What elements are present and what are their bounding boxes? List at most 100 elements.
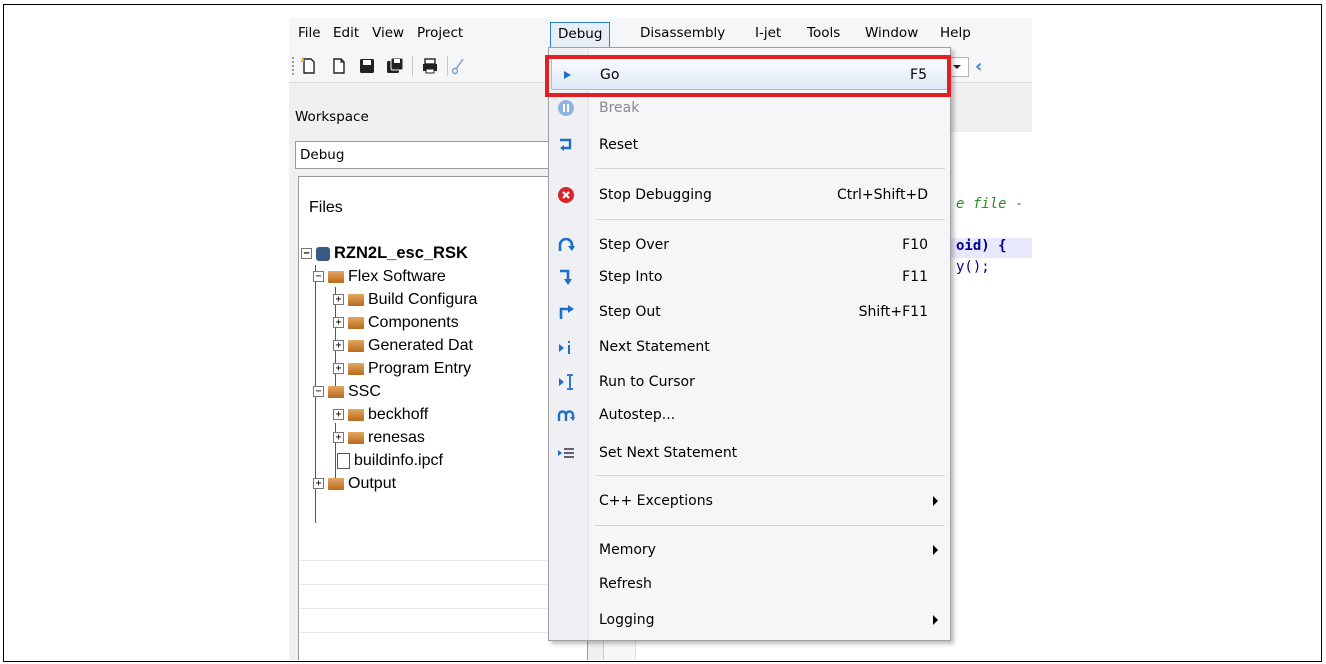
tree-item-renesas[interactable]: + renesas bbox=[333, 426, 425, 449]
menu-edit[interactable]: Edit bbox=[326, 22, 366, 46]
tree-item-label: renesas bbox=[368, 428, 425, 446]
toolbar-separator bbox=[412, 56, 413, 76]
tree-item-label: RZN2L_esc_RSK bbox=[334, 244, 468, 262]
toolbar-separator bbox=[447, 56, 448, 76]
menu-item-memory[interactable]: Memory bbox=[551, 534, 948, 566]
menu-project[interactable]: Project bbox=[410, 22, 470, 46]
tree-item-program-entry[interactable]: + Program Entry bbox=[333, 357, 471, 380]
menu-window[interactable]: Window bbox=[858, 22, 925, 46]
configuration-select[interactable]: Debug bbox=[295, 141, 585, 169]
files-column-header: Files bbox=[309, 199, 343, 216]
menu-item-step-out[interactable]: Step Out Shift+F11 bbox=[551, 296, 948, 328]
menu-view[interactable]: View bbox=[365, 22, 411, 46]
menu-item-shortcut: F11 bbox=[902, 269, 928, 285]
menu-debug[interactable]: Debug bbox=[550, 22, 611, 48]
tree-item-label: Output bbox=[348, 474, 397, 492]
tree-item-label: Flex Software bbox=[348, 267, 446, 285]
folder-icon bbox=[348, 431, 364, 444]
menu-item-label: C++ Exceptions bbox=[599, 493, 713, 509]
folder-icon bbox=[328, 477, 344, 490]
menu-file[interactable]: File bbox=[291, 22, 328, 46]
cut-icon[interactable] bbox=[449, 56, 469, 76]
workspace-title: Workspace bbox=[289, 104, 589, 132]
collapse-icon[interactable]: − bbox=[313, 386, 324, 397]
tree-item-output[interactable]: + Output bbox=[313, 472, 396, 495]
menu-separator bbox=[595, 219, 945, 220]
tree-item-components[interactable]: + Components bbox=[333, 311, 459, 334]
menu-item-stop-debugging[interactable]: Stop Debugging Ctrl+Shift+D bbox=[551, 179, 948, 211]
menu-tools[interactable]: Tools bbox=[800, 22, 847, 46]
menu-separator bbox=[595, 475, 945, 476]
tree-item-label: buildinfo.ipcf bbox=[354, 451, 443, 469]
menu-item-set-next-statement[interactable]: Set Next Statement bbox=[551, 437, 948, 469]
row-divider bbox=[299, 560, 587, 561]
menu-item-label: Next Statement bbox=[599, 339, 710, 355]
menu-item-next-statement[interactable]: Next Statement bbox=[551, 331, 948, 363]
tree-item-build-configuration[interactable]: + Build Configura bbox=[333, 288, 477, 311]
expand-icon[interactable]: + bbox=[333, 294, 344, 305]
menu-item-reset[interactable]: Reset bbox=[551, 129, 948, 161]
save-all-icon[interactable] bbox=[385, 56, 405, 76]
tree-item-label: Build Configura bbox=[368, 290, 478, 308]
new-document-icon[interactable] bbox=[329, 56, 349, 76]
menu-disassembly[interactable]: Disassembly bbox=[633, 22, 732, 46]
menu-item-step-into[interactable]: Step Into F11 bbox=[551, 261, 948, 293]
new-file-icon[interactable] bbox=[299, 56, 319, 76]
expand-icon[interactable]: + bbox=[313, 478, 324, 489]
folder-icon bbox=[348, 339, 364, 352]
menu-item-label: Set Next Statement bbox=[599, 445, 738, 461]
navigate-back-icon[interactable]: ‹ bbox=[975, 58, 982, 76]
folder-icon bbox=[348, 316, 364, 329]
menu-item-label: Reset bbox=[599, 137, 639, 153]
collapse-icon[interactable]: − bbox=[301, 248, 312, 259]
expand-icon[interactable]: + bbox=[333, 409, 344, 420]
menu-item-autostep[interactable]: Autostep... bbox=[551, 399, 948, 431]
collapse-icon[interactable]: − bbox=[313, 271, 324, 282]
menu-separator bbox=[595, 525, 945, 526]
menu-ijet[interactable]: I-jet bbox=[748, 22, 788, 46]
menu-item-shortcut: Shift+F11 bbox=[858, 304, 928, 320]
tree-item-label: SSC bbox=[348, 382, 381, 400]
menu-item-refresh[interactable]: Refresh bbox=[551, 568, 948, 600]
toolbar-grip[interactable] bbox=[292, 57, 295, 75]
row-divider bbox=[299, 608, 587, 609]
tree-item-ssc[interactable]: − SSC bbox=[313, 380, 381, 403]
folder-icon bbox=[348, 408, 364, 421]
file-icon bbox=[337, 452, 350, 469]
folder-icon bbox=[328, 270, 344, 283]
tree-item-buildinfo[interactable]: buildinfo.ipcf bbox=[337, 449, 443, 472]
submenu-arrow-icon bbox=[933, 615, 938, 625]
menu-item-label: Stop Debugging bbox=[599, 187, 712, 203]
print-icon[interactable] bbox=[420, 56, 440, 76]
menu-item-label: Memory bbox=[599, 542, 656, 558]
row-divider bbox=[299, 584, 587, 585]
tree-item-project[interactable]: − RZN2L_esc_RSK bbox=[301, 242, 468, 265]
submenu-arrow-icon bbox=[933, 496, 938, 506]
expand-icon[interactable]: + bbox=[333, 432, 344, 443]
expand-icon[interactable]: + bbox=[333, 363, 344, 374]
autostep-icon bbox=[557, 406, 575, 424]
tree-item-label: Program Entry bbox=[368, 359, 472, 377]
tree-item-label: Generated Dat bbox=[368, 336, 473, 354]
break-icon bbox=[557, 99, 575, 117]
menu-item-logging[interactable]: Logging bbox=[551, 604, 948, 636]
tree-item-generated-data[interactable]: + Generated Dat bbox=[333, 334, 473, 357]
menu-item-cpp-exceptions[interactable]: C++ Exceptions bbox=[551, 485, 948, 517]
menu-item-step-over[interactable]: Step Over F10 bbox=[551, 229, 948, 261]
expand-icon[interactable]: + bbox=[333, 317, 344, 328]
save-icon[interactable] bbox=[357, 56, 377, 76]
menu-item-run-to-cursor[interactable]: Run to Cursor bbox=[551, 366, 948, 398]
menu-item-label: Step Out bbox=[599, 304, 661, 320]
chevron-down-icon bbox=[953, 65, 961, 69]
menu-help[interactable]: Help bbox=[933, 22, 978, 46]
tree-item-flex-software[interactable]: − Flex Software bbox=[313, 265, 446, 288]
tree-item-label: Components bbox=[368, 313, 459, 331]
expand-icon[interactable]: + bbox=[333, 340, 344, 351]
code-line: oid) { bbox=[956, 238, 1007, 254]
menu-item-label: Logging bbox=[599, 612, 655, 628]
tree-item-label: beckhoff bbox=[368, 405, 429, 423]
project-icon bbox=[316, 246, 330, 261]
menu-item-label: Autostep... bbox=[599, 407, 676, 423]
set-next-statement-icon bbox=[557, 444, 575, 462]
tree-item-beckhoff[interactable]: + beckhoff bbox=[333, 403, 428, 426]
